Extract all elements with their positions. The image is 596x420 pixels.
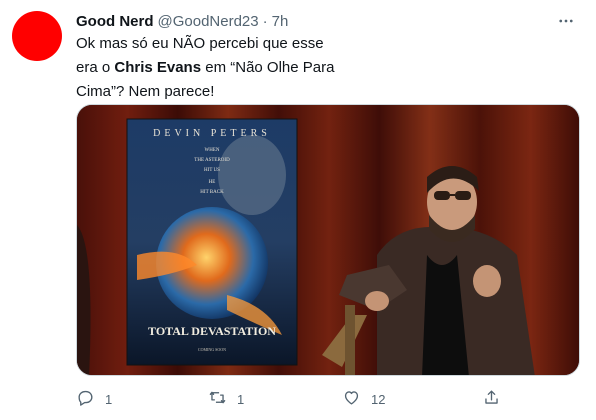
poster-line-3: HIT US xyxy=(204,168,220,173)
poster-footer: COMING SOON xyxy=(198,347,226,352)
reply-button[interactable]: 1 xyxy=(76,386,112,412)
heart-icon xyxy=(342,388,361,410)
retweet-button[interactable]: 1 xyxy=(208,386,244,412)
like-button[interactable]: 12 xyxy=(342,386,385,412)
display-name[interactable]: Good Nerd xyxy=(76,13,154,30)
retweet-icon xyxy=(208,388,227,410)
tweet[interactable]: Good Nerd @GoodNerd23 · 7h Ok mas só eu … xyxy=(0,0,596,420)
poster-line-4: HE xyxy=(209,180,216,185)
tweet-text-bold: Chris Evans xyxy=(114,59,202,76)
user-handle[interactable]: @GoodNerd23 xyxy=(158,13,259,30)
poster-line-1: WHEN xyxy=(205,148,220,153)
reply-count: 1 xyxy=(105,391,113,407)
avatar[interactable] xyxy=(12,11,62,61)
reply-icon xyxy=(76,388,95,410)
ellipsis-icon[interactable] xyxy=(556,11,576,31)
poster-line-5: HIT BACK xyxy=(200,190,224,195)
share-icon xyxy=(482,388,501,410)
tweet-text: Ok mas só eu NÃO percebi que esse era o … xyxy=(76,32,336,104)
share-button[interactable] xyxy=(482,386,501,412)
tweet-media-image[interactable]: DEVIN PETERS WHEN THE ASTEROID HIT US HE… xyxy=(76,104,580,376)
poster-line-2: THE ASTEROID xyxy=(194,158,230,163)
retweet-count: 1 xyxy=(237,391,245,407)
tweet-actions: 1 1 12 xyxy=(76,386,584,412)
like-count: 12 xyxy=(371,391,386,407)
poster-title: TOTAL DEVASTATION xyxy=(148,324,276,338)
tweet-header: Good Nerd @GoodNerd23 · 7h xyxy=(76,11,584,31)
separator: · xyxy=(262,12,268,30)
timestamp[interactable]: 7h xyxy=(272,13,289,30)
poster-top-text: DEVIN PETERS xyxy=(153,128,271,139)
